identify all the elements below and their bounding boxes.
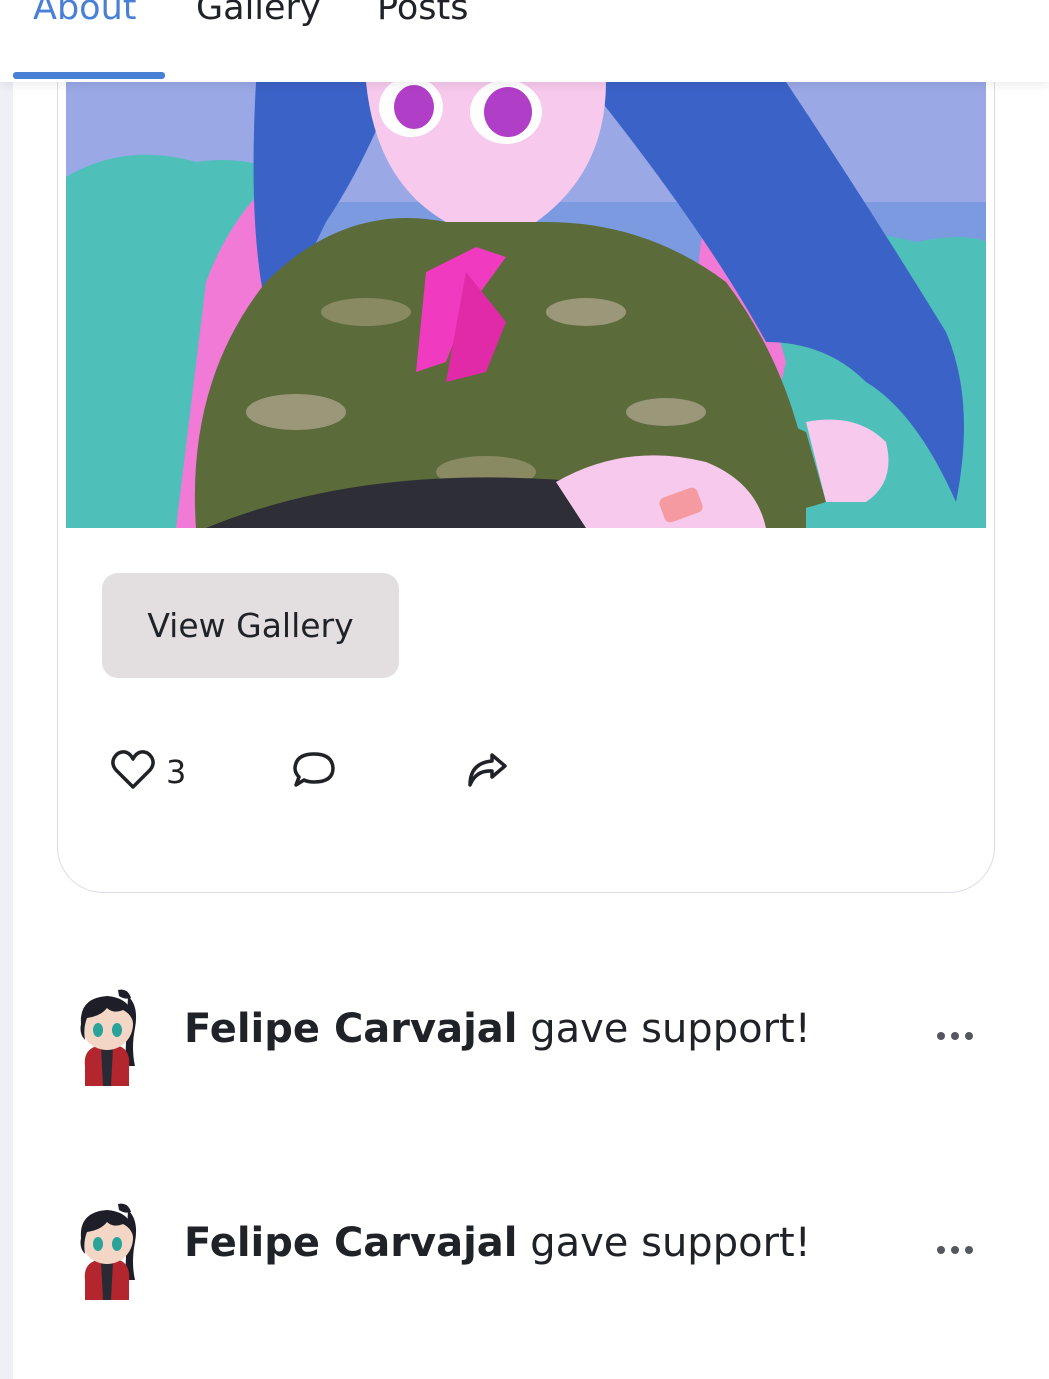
supporter-name[interactable]: Felipe Carvajal	[184, 1220, 518, 1266]
activity-action: gave support!	[530, 1006, 811, 1052]
activity-text: Felipe Carvajal gave support!	[184, 1220, 811, 1266]
share-icon	[462, 749, 510, 795]
more-dots-icon	[933, 1246, 977, 1266]
activity-item: Felipe Carvajal gave support!	[73, 1202, 993, 1312]
post-actions: 3	[110, 750, 610, 794]
activity-action: gave support!	[530, 1220, 811, 1266]
supporter-name[interactable]: Felipe Carvajal	[184, 1006, 518, 1052]
more-options-button[interactable]	[933, 1024, 977, 1048]
profile-tab-bar: About Gallery Posts	[0, 0, 1049, 82]
tab-gallery[interactable]: Gallery	[196, 0, 321, 28]
share-button[interactable]	[462, 750, 510, 794]
avatar[interactable]	[73, 1202, 143, 1302]
activity-item: Felipe Carvajal gave support!	[73, 988, 993, 1098]
activity-text: Felipe Carvajal gave support!	[184, 1006, 811, 1052]
gallery-post-card: View Gallery 3	[57, 62, 995, 893]
like-count: 3	[166, 753, 187, 791]
more-options-button[interactable]	[933, 1238, 977, 1262]
comment-icon	[290, 749, 338, 795]
more-dots-icon	[933, 1032, 977, 1052]
comment-button[interactable]	[290, 750, 338, 794]
tab-posts[interactable]: Posts	[377, 0, 468, 28]
gallery-artwork-image[interactable]	[66, 82, 986, 528]
avatar[interactable]	[73, 988, 143, 1088]
main-content: View Gallery 3 Felipe Carvajal gave supp…	[13, 62, 1049, 1379]
tab-about[interactable]: About	[33, 0, 136, 28]
heart-icon	[110, 749, 156, 795]
like-button[interactable]: 3	[110, 750, 186, 794]
active-tab-indicator	[13, 72, 165, 79]
view-gallery-button[interactable]: View Gallery	[102, 573, 399, 678]
